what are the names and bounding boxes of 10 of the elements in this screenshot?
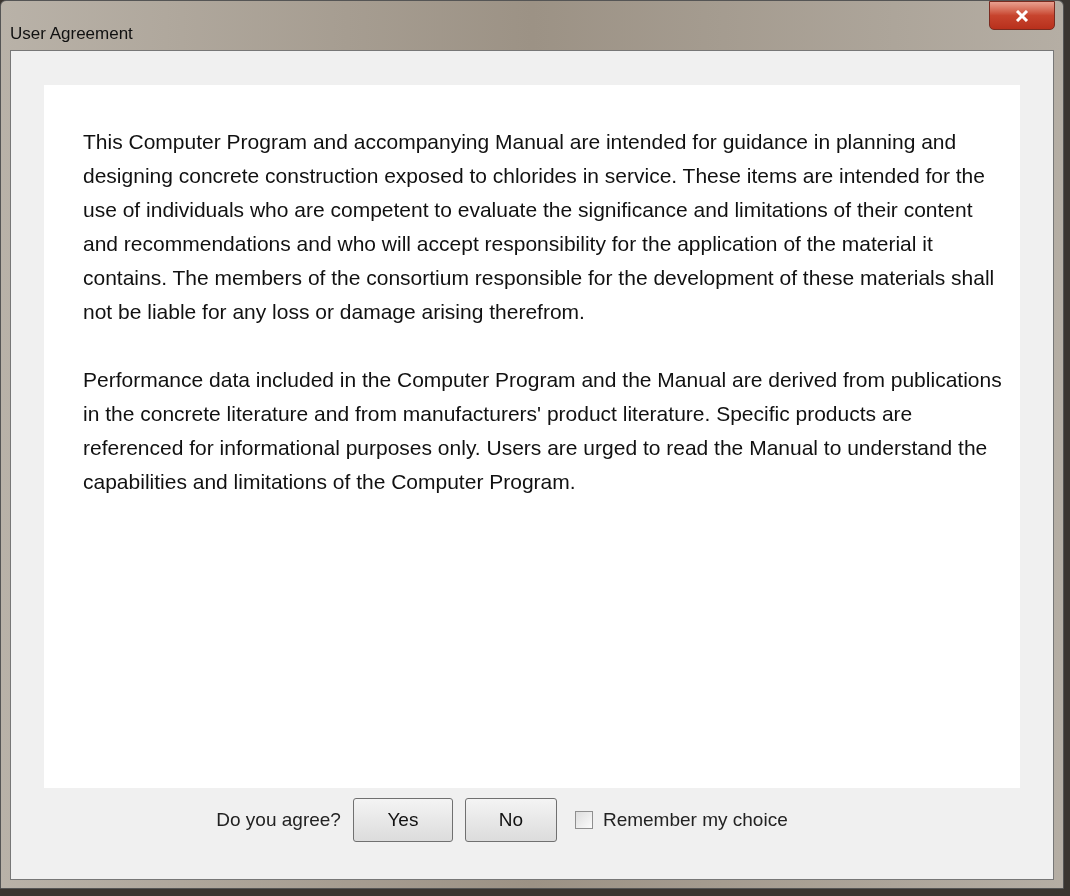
agree-prompt: Do you agree? xyxy=(216,807,341,832)
close-icon xyxy=(1015,9,1029,22)
remember-checkbox[interactable] xyxy=(574,811,593,829)
remember-label: Remember my choice xyxy=(602,807,788,832)
window-title: User Agreement xyxy=(10,23,133,45)
yes-button[interactable]: Yes xyxy=(352,798,453,842)
no-button[interactable]: No xyxy=(464,798,557,842)
close-button[interactable] xyxy=(989,1,1055,30)
agreement-paragraph: Performance data included in the Computer Program and the Manual are derived from publications in the concrete literature and from manufacturers' product literature. Specific products are referenced for informational purposes only. Users are urged to read the Manual to understand the capabilities and limitations of the Computer Program. xyxy=(83,367,1003,495)
agreement-paragraph: This Computer Program and accompanying Manual are intended for guidance in planning and designing concrete construction exposed to chlorides in service. These items are intended for the use of individuals who are competent to evaluate the significance and limitations of their content and recommendations and who will accept responsibility for the application of the material it contains. The members of the consortium responsible for the development of these materials shall not be liable for any loss or damage arising therefrom. xyxy=(83,129,996,325)
